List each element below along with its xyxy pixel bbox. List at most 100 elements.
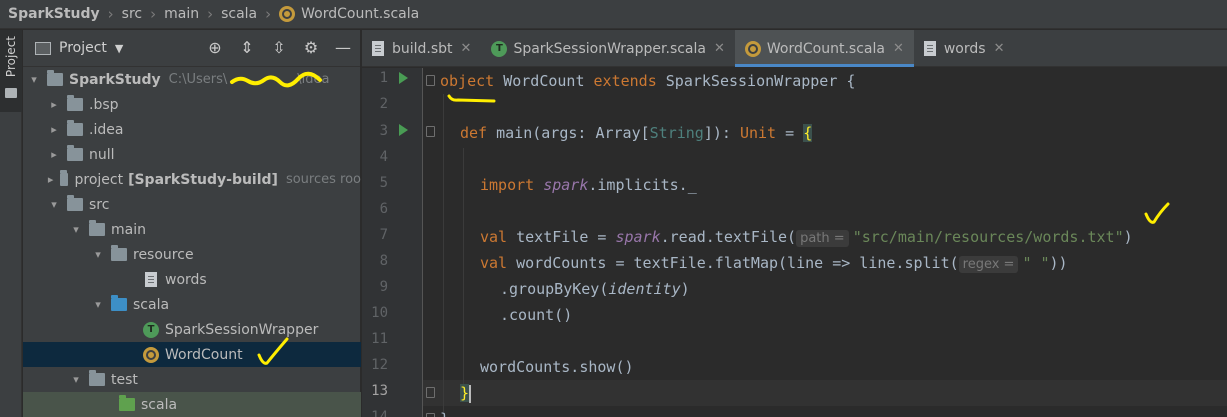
tree-item-idea[interactable]: ▸ .idea: [23, 117, 361, 142]
breadcrumb-label: main: [164, 6, 200, 22]
line-number: 10: [371, 305, 388, 321]
expand-all-icon[interactable]: ⇕: [238, 38, 256, 57]
close-icon[interactable]: ✕: [461, 41, 472, 56]
gear-icon[interactable]: ⚙: [302, 38, 320, 57]
type-name: Unit: [739, 124, 777, 142]
run-icon[interactable]: [399, 124, 408, 136]
tree-item-label: SparkStudy: [69, 71, 161, 88]
source-folder-icon: [111, 295, 127, 311]
tab-label: words: [943, 40, 986, 57]
fold-icon[interactable]: [426, 413, 435, 417]
code-line-1: object WordCount extends SparkSessionWra…: [440, 68, 855, 94]
breadcrumb-item-src[interactable]: src: [122, 6, 142, 22]
tree-item-label: src: [89, 196, 110, 213]
line-number: 7: [379, 227, 388, 243]
chevron-right-icon[interactable]: ▸: [47, 98, 61, 111]
keyword: val: [480, 254, 508, 272]
code-editor[interactable]: 1 2 3 4 5 6 7 8 9 10 11 12 13 14 object …: [362, 68, 1227, 417]
tree-item-bsp[interactable]: ▸ .bsp: [23, 92, 361, 117]
tree-item-main[interactable]: ▾ main: [23, 217, 361, 242]
parameter-hint: path =: [796, 230, 849, 247]
code-text: SparkSessionWrapper {: [656, 72, 856, 90]
folder-icon: [89, 370, 105, 386]
project-view-selector[interactable]: Project: [59, 40, 107, 56]
tab-wordcount[interactable]: WordCount.scala ✕: [734, 30, 914, 67]
tree-item-wordcount[interactable]: WordCount: [23, 342, 361, 367]
tab-label: SparkSessionWrapper.scala: [513, 40, 706, 57]
close-icon[interactable]: ✕: [994, 41, 1005, 56]
breadcrumb-item-scala[interactable]: scala: [221, 6, 257, 22]
tree-item-label: null: [89, 146, 115, 163]
breadcrumb-item-file[interactable]: WordCount.scala: [279, 6, 419, 22]
code-line-13: }: [460, 380, 472, 406]
tree-item-path: C:\Users\: [168, 72, 228, 87]
line-number: 1: [379, 70, 388, 86]
code-text: main(args: Array[: [487, 124, 650, 142]
chevron-down-icon[interactable]: ▾: [47, 198, 61, 211]
fold-icon[interactable]: [426, 75, 435, 86]
hide-icon[interactable]: —: [334, 38, 352, 57]
chevron-down-icon[interactable]: ▾: [91, 298, 105, 311]
tree-item-label: SparkSessionWrapper: [165, 321, 319, 338]
code-text: .groupByKey(: [500, 280, 609, 298]
handwritten-checkmark: [257, 337, 289, 365]
tree-item-label: WordCount: [165, 346, 243, 363]
tree-item-label: scala: [133, 296, 170, 313]
breadcrumb-item-project[interactable]: SparkStudy: [8, 6, 100, 22]
tab-build-sbt[interactable]: build.sbt ✕: [362, 30, 481, 67]
chevron-right-icon[interactable]: ▸: [47, 123, 61, 136]
chevron-right-icon: ›: [107, 5, 114, 23]
tab-label: WordCount.scala: [766, 40, 885, 57]
tab-words[interactable]: words ✕: [914, 30, 1015, 67]
text-cursor: [469, 384, 472, 403]
code-text: wordCounts.show(): [480, 358, 634, 376]
code-line-7: val textFile = spark.read.textFile(path …: [480, 224, 1133, 250]
chevron-down-icon[interactable]: ▾: [69, 373, 83, 386]
tree-item-test[interactable]: ▾ test: [23, 367, 361, 392]
handwritten-underline: [447, 94, 496, 103]
breadcrumb-item-main[interactable]: main: [164, 6, 199, 22]
code-text: ): [680, 280, 690, 298]
code-line-10: .count(): [500, 302, 572, 328]
tree-item-src[interactable]: ▾ src: [23, 192, 361, 217]
collapse-all-icon[interactable]: ⇳: [270, 38, 288, 57]
tree-item-test-scala[interactable]: scala: [23, 392, 361, 417]
tree-item-scala[interactable]: ▾ scala: [23, 292, 361, 317]
locate-icon[interactable]: ⊕: [206, 38, 224, 57]
folder-icon: [5, 88, 17, 98]
breadcrumb: SparkStudy › src › main › scala › WordCo…: [0, 0, 1227, 29]
code-text: .count(): [500, 306, 573, 324]
chevron-right-icon[interactable]: ▸: [47, 173, 54, 186]
close-icon[interactable]: ✕: [714, 41, 725, 56]
chevron-right-icon[interactable]: ▸: [47, 148, 61, 161]
line-number: 12: [371, 357, 388, 373]
chevron-down-icon[interactable]: ▾: [91, 248, 105, 261]
test-folder-icon: [119, 395, 135, 411]
run-icon[interactable]: [399, 72, 408, 84]
code-line-3: def main(args: Array[String]): Unit = {: [460, 120, 813, 146]
tree-item-project[interactable]: ▸ project [SparkStudy-build] sources roo: [23, 167, 361, 192]
parameter-hint: regex =: [958, 256, 1019, 273]
chevron-down-icon[interactable]: ▼: [115, 42, 123, 55]
keyword: val: [480, 228, 508, 246]
code-text: ): [1123, 228, 1133, 246]
tree-item-path: sources roo: [285, 172, 361, 187]
tree-item-words[interactable]: words: [23, 267, 361, 292]
tree-item-resource[interactable]: ▾ resource: [23, 242, 361, 267]
fold-icon[interactable]: [426, 387, 435, 398]
scala-trait-icon: T: [143, 321, 159, 338]
keyword: extends: [593, 72, 657, 90]
chevron-down-icon[interactable]: ▾: [69, 223, 83, 236]
tab-sparksessionwrapper[interactable]: T SparkSessionWrapper.scala ✕: [481, 30, 734, 67]
line-number: 3: [379, 123, 388, 139]
chevron-down-icon[interactable]: ▾: [27, 73, 41, 86]
code-line-9: .groupByKey(identity): [500, 276, 690, 302]
close-icon[interactable]: ✕: [893, 41, 904, 56]
tree-item-sparksessionwrapper[interactable]: T SparkSessionWrapper: [23, 317, 361, 342]
fold-icon[interactable]: [426, 126, 435, 137]
project-panel: Project ▼ ⊕ ⇕ ⇳ ⚙ — ▾ SparkStudy C:\User…: [23, 30, 361, 417]
project-tool-button[interactable]: Project: [0, 30, 22, 112]
string-literal: "src/main/resources/words.txt": [852, 228, 1124, 246]
tree-item-null[interactable]: ▸ null: [23, 142, 361, 167]
module-folder-icon: [47, 70, 63, 86]
